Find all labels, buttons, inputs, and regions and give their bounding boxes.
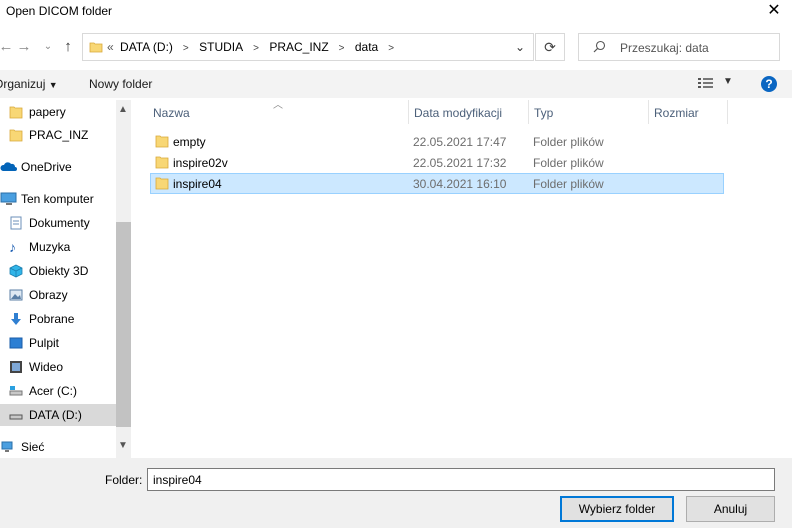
file-name: inspire02v xyxy=(173,156,228,170)
file-row[interactable]: inspire02v 22.05.2021 17:32 Folder plikó… xyxy=(150,152,724,173)
sidebar-item-drive-c[interactable]: Acer (C:) xyxy=(0,380,116,402)
chevron-down-icon[interactable]: ⌄ xyxy=(515,40,525,54)
navigation-pane: papery PRAC_INZ OneDrive Ten komputer Do… xyxy=(0,100,131,458)
breadcrumb-item[interactable]: data xyxy=(355,40,378,54)
column-divider[interactable] xyxy=(528,100,529,124)
pictures-icon xyxy=(9,288,23,302)
folder-icon xyxy=(9,105,23,119)
file-name: inspire04 xyxy=(173,177,222,191)
column-header-name[interactable]: Nazwa xyxy=(153,106,190,120)
sidebar-item-prac-inz[interactable]: PRAC_INZ xyxy=(0,124,116,146)
close-icon[interactable]: ✕ xyxy=(764,0,784,22)
address-bar[interactable]: « DATA (D:) > STUDIA > PRAC_INZ > data > ⌄ xyxy=(82,33,534,61)
drive-icon xyxy=(9,408,23,422)
sidebar-item-pictures[interactable]: Obrazy xyxy=(0,284,116,306)
chevron-up-icon[interactable]: ▲ xyxy=(118,104,128,115)
window-title: Open DICOM folder xyxy=(6,4,113,18)
scrollbar-thumb[interactable] xyxy=(116,222,131,427)
desktop-icon xyxy=(9,336,23,350)
file-date: 22.05.2021 17:47 xyxy=(413,135,507,149)
breadcrumb: « DATA (D:) > STUDIA > PRAC_INZ > data > xyxy=(107,40,395,54)
select-folder-button[interactable]: Wybierz folder xyxy=(560,496,674,522)
file-type: Folder plików xyxy=(533,135,604,149)
documents-icon xyxy=(9,216,23,230)
music-icon: ♪ xyxy=(9,239,16,255)
help-icon[interactable]: ? xyxy=(761,76,777,92)
video-icon xyxy=(9,360,23,374)
command-bar: Organizuj ▼ Nowy folder xyxy=(0,70,792,98)
folder-icon xyxy=(89,40,103,57)
forward-icon[interactable]: → xyxy=(14,37,34,57)
sidebar-item-desktop[interactable]: Pulpit xyxy=(0,332,116,354)
sidebar-item-papery[interactable]: papery xyxy=(0,101,116,123)
sidebar-item-music[interactable]: ♪ Muzyka xyxy=(0,236,116,258)
chevron-right-icon[interactable]: > xyxy=(339,43,345,54)
cancel-button[interactable]: Anuluj xyxy=(686,496,775,522)
sidebar-item-documents[interactable]: Dokumenty xyxy=(0,212,116,234)
up-icon[interactable]: ↑ xyxy=(58,37,78,57)
column-divider[interactable] xyxy=(648,100,649,124)
sort-ascending-icon: ︿ xyxy=(273,100,283,111)
folder-icon xyxy=(9,128,23,142)
sidebar-item-videos[interactable]: Wideo xyxy=(0,356,116,378)
folder-icon xyxy=(155,156,169,172)
search-placeholder: Przeszukaj: data xyxy=(620,41,709,55)
file-date: 22.05.2021 17:32 xyxy=(413,156,507,170)
computer-icon xyxy=(0,192,18,206)
search-input[interactable]: Przeszukaj: data xyxy=(578,33,780,61)
column-divider[interactable] xyxy=(408,100,409,124)
cube-icon xyxy=(9,264,23,278)
breadcrumb-item[interactable]: DATA (D:) xyxy=(120,40,173,54)
title-bar: Open DICOM folder ✕ xyxy=(0,0,792,24)
file-type: Folder plików xyxy=(533,156,604,170)
chevron-right-icon[interactable]: > xyxy=(253,43,259,54)
column-header-size[interactable]: Rozmiar xyxy=(654,106,699,120)
chevron-right-icon[interactable]: > xyxy=(388,43,394,54)
sidebar-item-downloads[interactable]: Pobrane xyxy=(0,308,116,330)
folder-icon xyxy=(155,177,169,193)
column-divider[interactable] xyxy=(727,100,728,124)
column-header-type[interactable]: Typ xyxy=(534,106,553,120)
search-icon xyxy=(593,40,606,56)
file-list: ︿ Nazwa Data modyfikacji Typ Rozmiar emp… xyxy=(131,100,792,458)
file-date: 30.04.2021 16:10 xyxy=(413,177,507,191)
file-name: empty xyxy=(173,135,206,149)
sidebar-item-drive-d[interactable]: DATA (D:) xyxy=(0,404,116,426)
folder-icon xyxy=(155,135,169,151)
file-type: Folder plików xyxy=(533,177,604,191)
file-row-selected[interactable]: inspire04 30.04.2021 16:10 Folder plików xyxy=(150,173,724,194)
breadcrumb-item[interactable]: STUDIA xyxy=(199,40,243,54)
view-dropdown-icon[interactable]: ▼ xyxy=(723,76,733,87)
cloud-icon xyxy=(0,160,18,174)
new-folder-button[interactable]: Nowy folder xyxy=(89,77,152,91)
download-icon xyxy=(9,312,23,326)
folder-label: Folder: xyxy=(105,473,143,487)
drive-icon xyxy=(9,384,23,398)
refresh-button[interactable]: ⟳ xyxy=(535,33,565,61)
recent-dropdown-icon[interactable]: ⌄ xyxy=(38,37,58,57)
breadcrumb-item[interactable]: PRAC_INZ xyxy=(269,40,328,54)
sidebar-item-onedrive[interactable]: OneDrive xyxy=(0,156,116,178)
file-row[interactable]: empty 22.05.2021 17:47 Folder plików xyxy=(150,131,724,152)
sidebar-item-network[interactable]: Sieć xyxy=(0,436,116,458)
network-icon xyxy=(0,440,18,454)
sidebar-item-this-pc[interactable]: Ten komputer xyxy=(0,188,116,210)
chevron-down-icon[interactable]: ▼ xyxy=(118,440,128,451)
sidebar-item-3d-objects[interactable]: Obiekty 3D xyxy=(0,260,116,282)
folder-name-input[interactable] xyxy=(147,468,775,491)
refresh-icon: ⟳ xyxy=(544,39,556,55)
sidebar-scrollbar[interactable]: ▲ ▼ xyxy=(116,100,131,458)
chevron-right-icon[interactable]: > xyxy=(183,43,189,54)
view-options-icon[interactable] xyxy=(698,77,714,92)
organize-button[interactable]: Organizuj ▼ xyxy=(0,77,58,91)
column-header-date[interactable]: Data modyfikacji xyxy=(414,106,502,120)
